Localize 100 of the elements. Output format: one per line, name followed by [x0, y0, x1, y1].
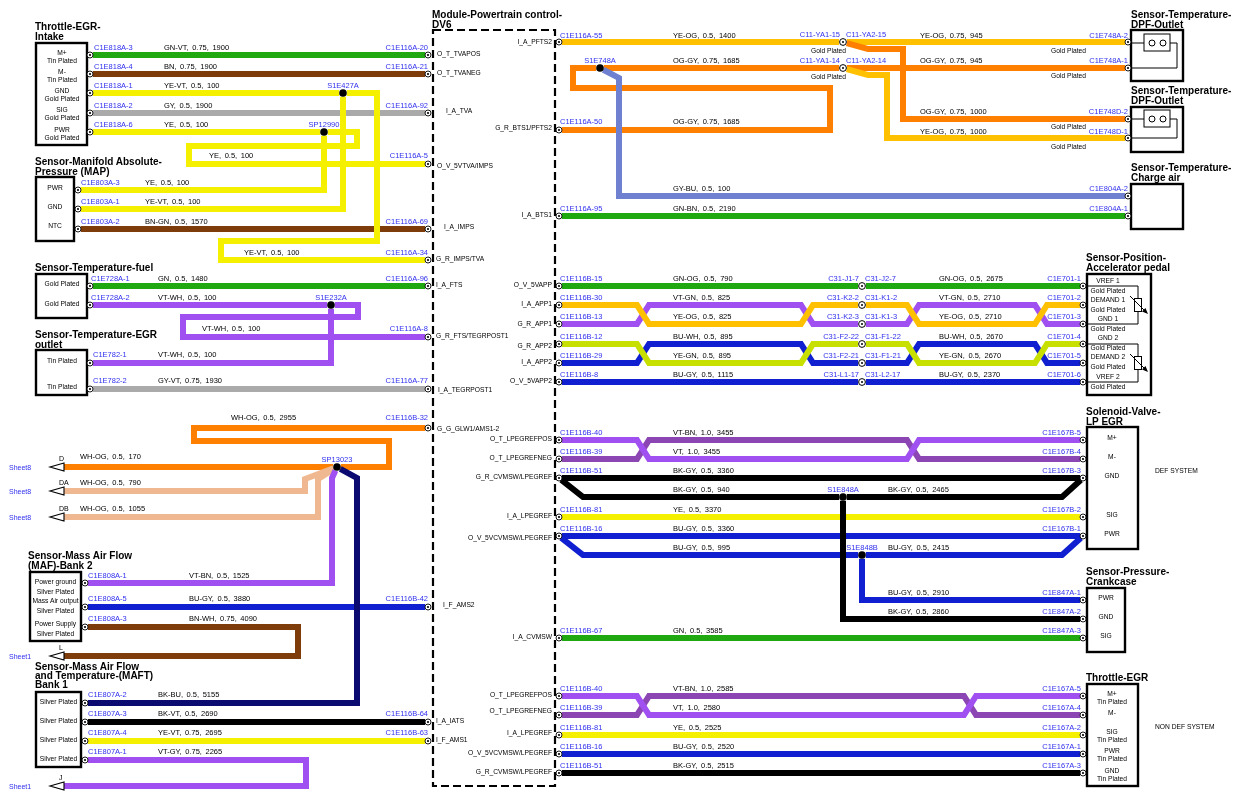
- component-box: [1085, 586, 1127, 654]
- circuit-line: [1130, 118, 1145, 120]
- terminal-icon: [1079, 634, 1087, 642]
- terminal-icon: [555, 455, 563, 463]
- terminal-icon: [86, 70, 94, 78]
- sheet-arrow-icon: [48, 781, 65, 791]
- terminal-icon: [81, 737, 89, 745]
- sensor-element-icon: [1143, 33, 1171, 52]
- terminal-icon: [424, 109, 432, 117]
- terminal-icon: [424, 225, 432, 233]
- terminal-icon: [424, 718, 432, 726]
- terminal-icon: [86, 301, 94, 309]
- terminal-icon: [1079, 436, 1087, 444]
- inline-connector-icon: [858, 340, 866, 348]
- splice-dot-icon: [839, 493, 847, 501]
- splice-dot-icon: [327, 301, 335, 309]
- terminal-icon: [424, 385, 432, 393]
- terminal-icon: [424, 424, 432, 432]
- terminal-icon: [555, 750, 563, 758]
- sensor-element-icon: [1143, 109, 1171, 128]
- potentiometer-icon: [1129, 295, 1148, 314]
- terminal-icon: [81, 579, 89, 587]
- terminal-icon: [424, 333, 432, 341]
- terminal-icon: [1124, 192, 1132, 200]
- terminal-icon: [1079, 474, 1087, 482]
- inline-connector-icon: [839, 64, 847, 72]
- splice-dot-icon: [320, 128, 328, 136]
- terminal-icon: [555, 340, 563, 348]
- terminal-icon: [1079, 596, 1087, 604]
- terminal-icon: [555, 731, 563, 739]
- terminal-icon: [555, 532, 563, 540]
- terminal-icon: [1079, 359, 1087, 367]
- terminal-icon: [424, 603, 432, 611]
- terminal-icon: [555, 359, 563, 367]
- component-box: [34, 175, 76, 243]
- terminal-icon: [81, 718, 89, 726]
- terminal-icon: [555, 38, 563, 46]
- terminal-icon: [1079, 282, 1087, 290]
- inline-connector-icon: [858, 301, 866, 309]
- component-title: Sensor-Temperature-fuel: [35, 262, 154, 273]
- terminal-icon: [1079, 378, 1087, 386]
- terminal-icon: [81, 623, 89, 631]
- inline-connector-icon: [858, 320, 866, 328]
- splice-dot-icon: [596, 64, 604, 72]
- terminal-icon: [1079, 711, 1087, 719]
- terminal-icon: [1079, 513, 1087, 521]
- component-title: Sensor-Position- Accelerator pedal: [1086, 252, 1170, 273]
- terminal-icon: [555, 769, 563, 777]
- splice-dot-icon: [858, 551, 866, 559]
- terminal-icon: [81, 756, 89, 764]
- terminal-icon: [1124, 115, 1132, 123]
- terminal-icon: [86, 385, 94, 393]
- component-box: [34, 272, 89, 320]
- terminal-icon: [555, 282, 563, 290]
- terminal-icon: [555, 212, 563, 220]
- terminal-icon: [1079, 615, 1087, 623]
- component-title: Sensor-Manifold Absolute- Pressure (MAP): [35, 156, 162, 177]
- terminal-icon: [555, 436, 563, 444]
- circuit-line: [1130, 42, 1145, 44]
- terminal-icon: [86, 51, 94, 59]
- terminal-icon: [86, 109, 94, 117]
- component-title: Sensor-Temperature- Charge air: [1131, 162, 1232, 183]
- inline-connector-icon: [858, 359, 866, 367]
- component-title: Sensor-Temperature-EGR outlet: [35, 329, 158, 350]
- terminal-icon: [424, 160, 432, 168]
- terminal-icon: [86, 128, 94, 136]
- terminal-icon: [81, 699, 89, 707]
- inline-connector-icon: [858, 282, 866, 290]
- terminal-icon: [555, 692, 563, 700]
- terminal-icon: [1079, 455, 1087, 463]
- terminal-icon: [74, 225, 82, 233]
- terminal-icon: [424, 282, 432, 290]
- terminal-icon: [424, 70, 432, 78]
- sheet-arrow-icon: [48, 486, 65, 496]
- component-title: Throttle-EGR- Intake: [35, 21, 101, 42]
- inline-connector-icon: [858, 378, 866, 386]
- splice-dot-icon: [339, 89, 347, 97]
- terminal-icon: [74, 205, 82, 213]
- terminal-icon: [555, 126, 563, 134]
- terminal-icon: [555, 474, 563, 482]
- terminal-icon: [555, 301, 563, 309]
- terminal-icon: [1079, 301, 1087, 309]
- terminal-icon: [1079, 340, 1087, 348]
- terminal-icon: [1124, 38, 1132, 46]
- sheet-arrow-icon: [48, 512, 65, 522]
- component-box: [1129, 182, 1185, 231]
- terminal-icon: [1079, 532, 1087, 540]
- terminal-icon: [555, 378, 563, 386]
- component-title: Solenoid-Valve- LP EGR: [1086, 406, 1161, 427]
- terminal-icon: [555, 634, 563, 642]
- terminal-icon: [74, 186, 82, 194]
- terminal-icon: [1079, 692, 1087, 700]
- component-title: Sensor-Temperature- DPF-Outlet: [1131, 9, 1232, 30]
- component-box: [34, 348, 89, 397]
- terminal-icon: [1079, 769, 1087, 777]
- terminal-icon: [555, 320, 563, 328]
- terminal-icon: [86, 89, 94, 97]
- terminal-icon: [1079, 750, 1087, 758]
- terminal-icon: [424, 51, 432, 59]
- terminal-icon: [81, 603, 89, 611]
